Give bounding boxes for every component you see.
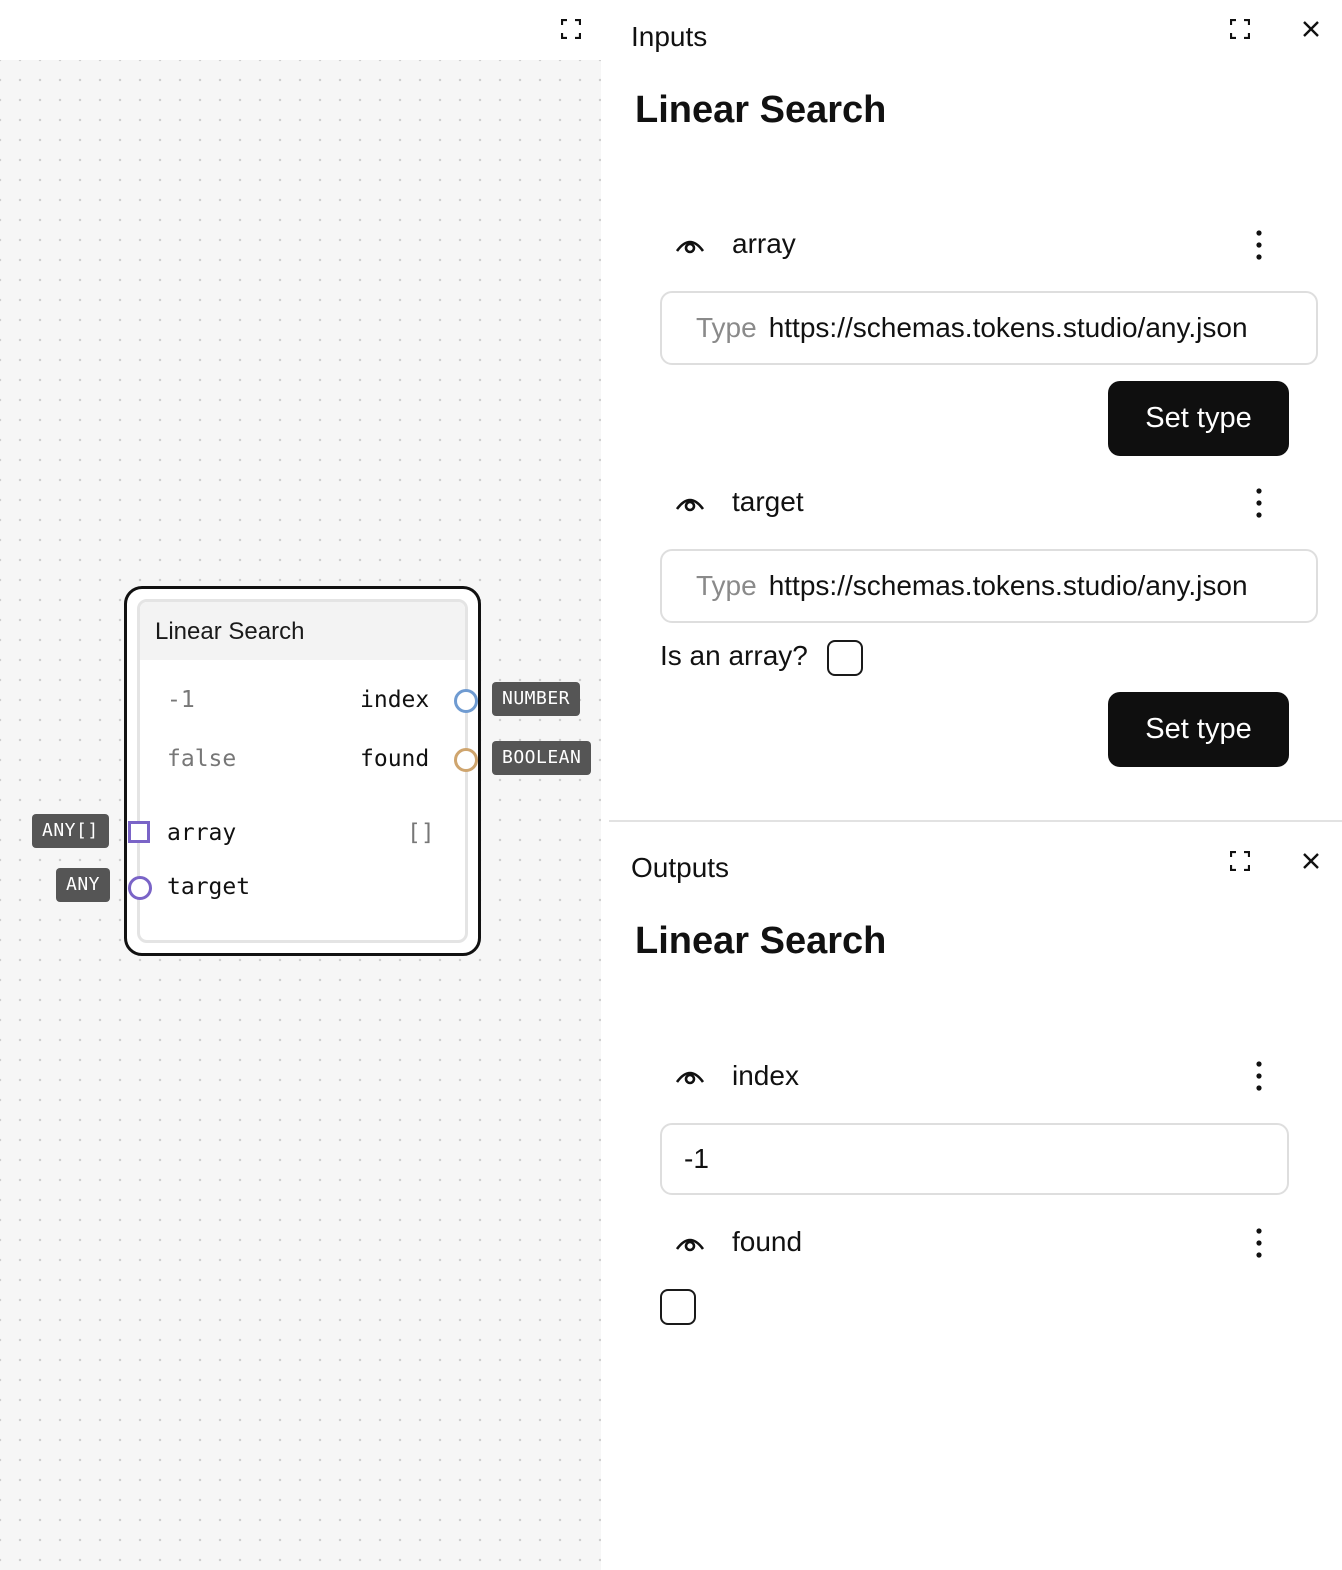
canvas-header — [0, 0, 601, 60]
index-value-field[interactable] — [660, 1123, 1289, 1195]
canvas-expand-icon[interactable] — [561, 19, 581, 39]
type-value: https://schemas.tokens.studio/any.json — [768, 570, 1248, 601]
node-output-index-value: -1 — [167, 687, 195, 713]
array-type-field[interactable]: Type https://schemas.tokens.studio/any.js… — [660, 291, 1318, 365]
panel-separator — [601, 0, 609, 1570]
output-port-index[interactable] — [454, 689, 478, 713]
node-input-array-value: [] — [407, 820, 435, 846]
panel-divider — [609, 820, 1342, 822]
output-name-index: index — [732, 1060, 799, 1091]
more-options-icon[interactable] — [1249, 1059, 1269, 1093]
output-name-found: found — [732, 1226, 803, 1257]
input-port-array[interactable] — [128, 821, 150, 843]
is-array-label: Is an array? — [660, 640, 808, 671]
graph-canvas[interactable]: Linear Search -1 index false found array… — [0, 60, 601, 1570]
inputs-panel-title: Linear Search — [635, 89, 887, 131]
inputs-expand-icon[interactable] — [1230, 19, 1250, 39]
outputs-panel-title: Linear Search — [635, 920, 887, 962]
array-set-type-button[interactable]: Set type — [1108, 381, 1289, 456]
eye-icon[interactable] — [675, 1233, 705, 1253]
type-tag-number: NUMBER — [492, 682, 581, 716]
node-output-found-value: false — [167, 746, 237, 772]
inputs-close-icon[interactable] — [1302, 20, 1320, 38]
more-options-icon[interactable] — [1249, 1226, 1269, 1260]
more-options-icon[interactable] — [1249, 228, 1269, 262]
type-value: https://schemas.tokens.studio/any.json — [768, 312, 1248, 343]
eye-icon[interactable] — [675, 493, 705, 513]
type-tag-any: ANY — [56, 868, 111, 902]
node-header[interactable]: Linear Search — [140, 602, 465, 660]
node-title: Linear Search — [155, 618, 305, 645]
type-label: Type — [696, 570, 757, 601]
input-name-array: array — [732, 228, 796, 259]
linear-search-node[interactable]: Linear Search -1 index false found array… — [124, 586, 481, 956]
input-name-target: target — [732, 486, 804, 517]
eye-icon[interactable] — [675, 235, 705, 255]
outputs-close-icon[interactable] — [1302, 852, 1320, 870]
target-type-field[interactable]: Type https://schemas.tokens.studio/any.js… — [660, 549, 1318, 623]
node-input-array-label: array — [167, 820, 237, 846]
node-output-found-label: found — [360, 746, 430, 772]
type-tag-any-array: ANY[] — [32, 814, 109, 848]
outputs-panel-header: Outputs — [631, 852, 730, 883]
target-set-type-button[interactable]: Set type — [1108, 692, 1289, 767]
inputs-panel-header: Inputs — [631, 21, 708, 52]
node-input-target-label: target — [167, 874, 251, 900]
output-port-found[interactable] — [454, 748, 478, 772]
is-array-checkbox[interactable] — [827, 640, 863, 676]
type-tag-boolean: BOOLEAN — [492, 741, 592, 775]
input-port-target[interactable] — [128, 876, 152, 900]
node-output-index-label: index — [360, 687, 430, 713]
type-label: Type — [696, 312, 757, 343]
outputs-expand-icon[interactable] — [1230, 851, 1250, 871]
eye-icon[interactable] — [675, 1066, 705, 1086]
more-options-icon[interactable] — [1249, 486, 1269, 520]
found-checkbox[interactable] — [660, 1289, 696, 1325]
